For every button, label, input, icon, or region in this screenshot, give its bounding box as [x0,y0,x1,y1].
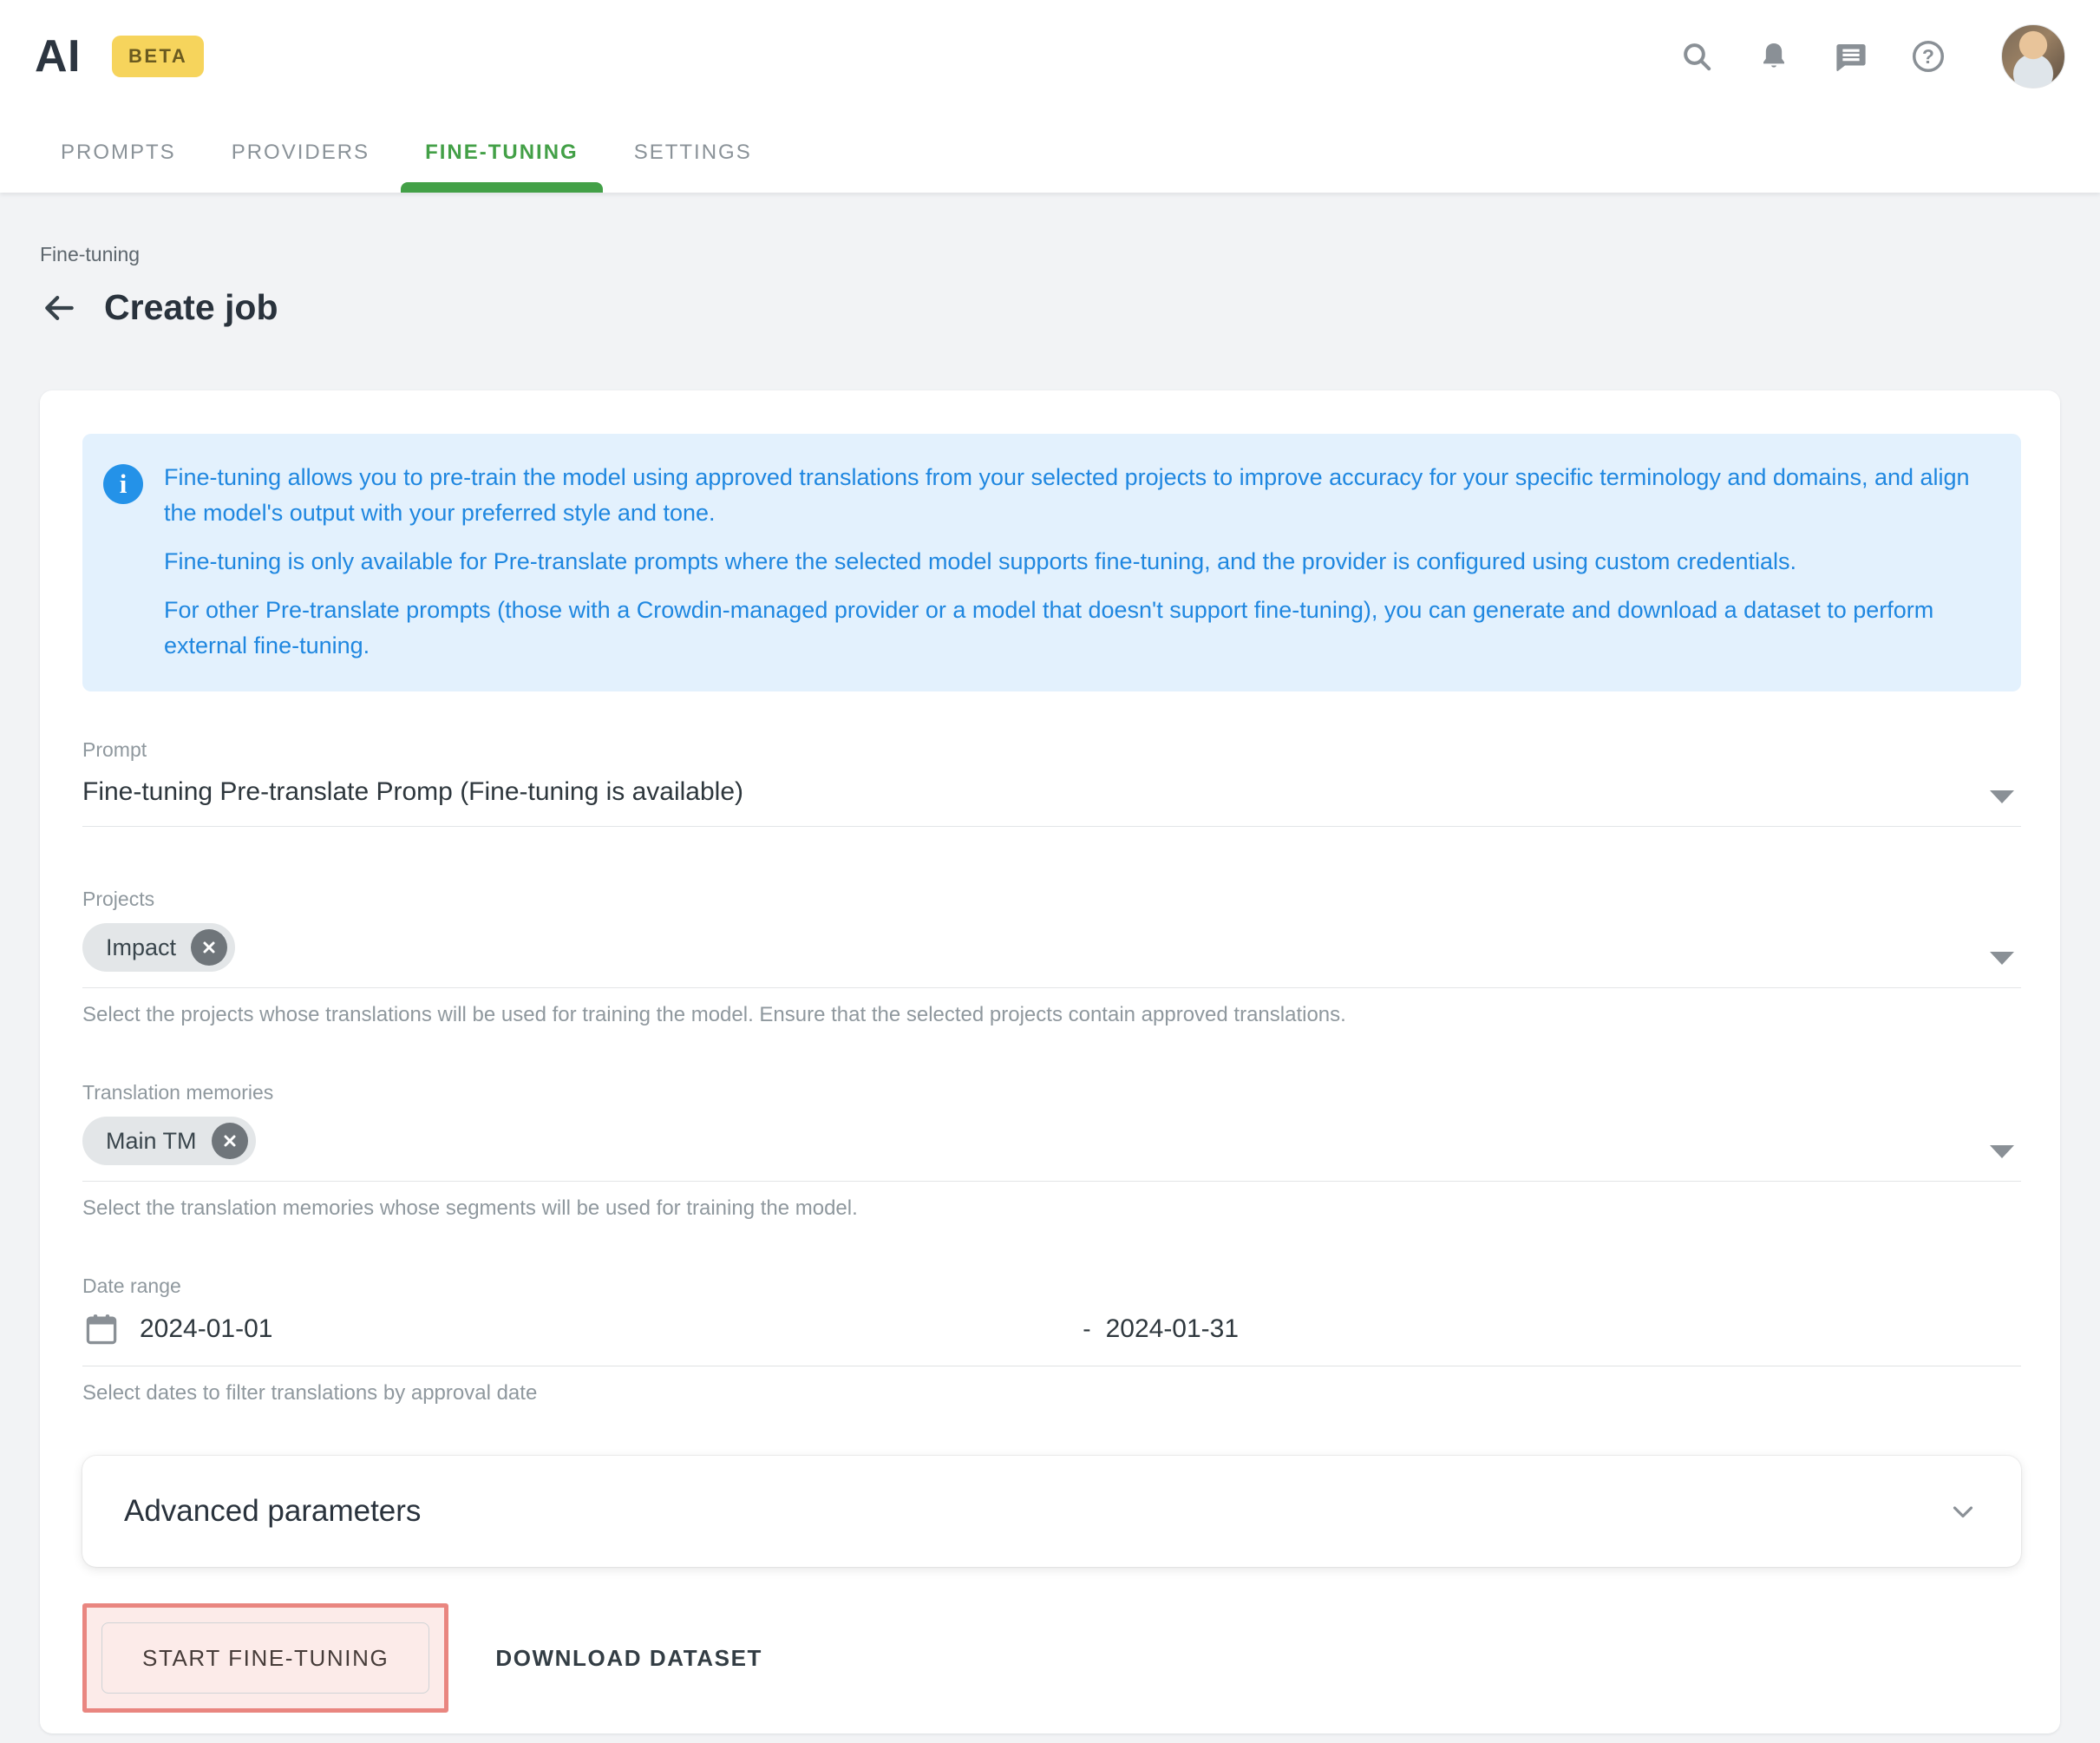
messages-icon[interactable] [1833,38,1869,75]
projects-field: Projects Impact Select the projects whos… [82,888,2021,1027]
back-arrow-icon[interactable] [40,289,78,327]
svg-text:?: ? [1922,45,1934,68]
remove-chip-icon[interactable] [212,1123,248,1159]
chevron-down-icon[interactable] [1990,952,2014,965]
date-range-label: Date range [82,1274,2021,1298]
info-icon: i [103,464,143,504]
translation-memories-field: Translation memories Main TM Select the … [82,1081,2021,1221]
notifications-bell-icon[interactable] [1756,38,1792,75]
start-fine-tuning-button[interactable]: START FINE-TUNING [101,1622,429,1694]
prompt-label: Prompt [82,738,2021,762]
tm-chip: Main TM [82,1117,256,1165]
tab-fine-tuning[interactable]: FINE-TUNING [425,113,579,193]
info-paragraph-3: For other Pre-translate prompts (those w… [164,593,1990,664]
prompt-select[interactable]: Fine-tuning Pre-translate Promp (Fine-tu… [82,762,2021,827]
tab-bar: PROMPTS PROVIDERS FINE-TUNING SETTINGS [0,113,2100,193]
projects-select[interactable]: Impact [82,911,2021,988]
create-job-card: i Fine-tuning allows you to pre-train th… [40,390,2060,1733]
date-range-field: Date range 2024-01-01 - 2024-01-31 Selec… [82,1274,2021,1406]
tab-prompts[interactable]: PROMPTS [61,113,176,193]
date-start-input[interactable]: 2024-01-01 [140,1314,272,1344]
tab-providers[interactable]: PROVIDERS [232,113,370,193]
search-icon[interactable] [1678,38,1715,75]
project-chip: Impact [82,923,235,972]
date-end-input[interactable]: 2024-01-31 [1106,1314,1239,1344]
download-dataset-button[interactable]: DOWNLOAD DATASET [495,1645,762,1672]
translation-memories-help-text: Select the translation memories whose se… [82,1196,2021,1221]
avatar[interactable] [2001,24,2065,88]
prompt-value: Fine-tuning Pre-translate Promp (Fine-tu… [82,777,743,806]
actions-row: START FINE-TUNING DOWNLOAD DATASET [82,1603,2021,1713]
page-title: Create job [104,287,278,328]
chevron-down-icon[interactable] [1990,790,2014,803]
info-banner: i Fine-tuning allows you to pre-train th… [82,434,2021,691]
projects-help-text: Select the projects whose translations w… [82,1003,2021,1027]
remove-chip-icon[interactable] [191,929,227,966]
breadcrumb: Fine-tuning [40,193,2060,266]
page-body: Fine-tuning Create job i Fine-tuning all… [0,193,2100,1733]
project-chip-label: Impact [106,934,176,961]
date-range-inputs: 2024-01-01 - 2024-01-31 [82,1298,2021,1366]
calendar-icon[interactable] [82,1310,121,1348]
translation-memories-select[interactable]: Main TM [82,1104,2021,1182]
beta-badge: BETA [112,36,204,77]
annotation-highlight: START FINE-TUNING [82,1603,448,1713]
advanced-parameters-label: Advanced parameters [124,1494,421,1529]
translation-memories-label: Translation memories [82,1081,2021,1104]
info-paragraph-1: Fine-tuning allows you to pre-train the … [164,460,1990,531]
advanced-parameters-toggle[interactable]: Advanced parameters [82,1456,2021,1567]
projects-label: Projects [82,888,2021,911]
tab-settings[interactable]: SETTINGS [634,113,752,193]
tm-chip-label: Main TM [106,1128,197,1155]
date-separator: - [1083,1315,1090,1343]
info-paragraph-2: Fine-tuning is only available for Pre-tr… [164,544,1990,580]
app-header: AI BETA [0,0,2100,193]
chevron-down-icon [1946,1495,1979,1528]
chevron-down-icon[interactable] [1990,1145,2014,1158]
app-logo: AI [35,30,81,82]
date-range-help-text: Select dates to filter translations by a… [82,1381,2021,1406]
help-icon[interactable]: ? [1910,38,1946,75]
prompt-field: Prompt Fine-tuning Pre-translate Promp (… [82,738,2021,827]
